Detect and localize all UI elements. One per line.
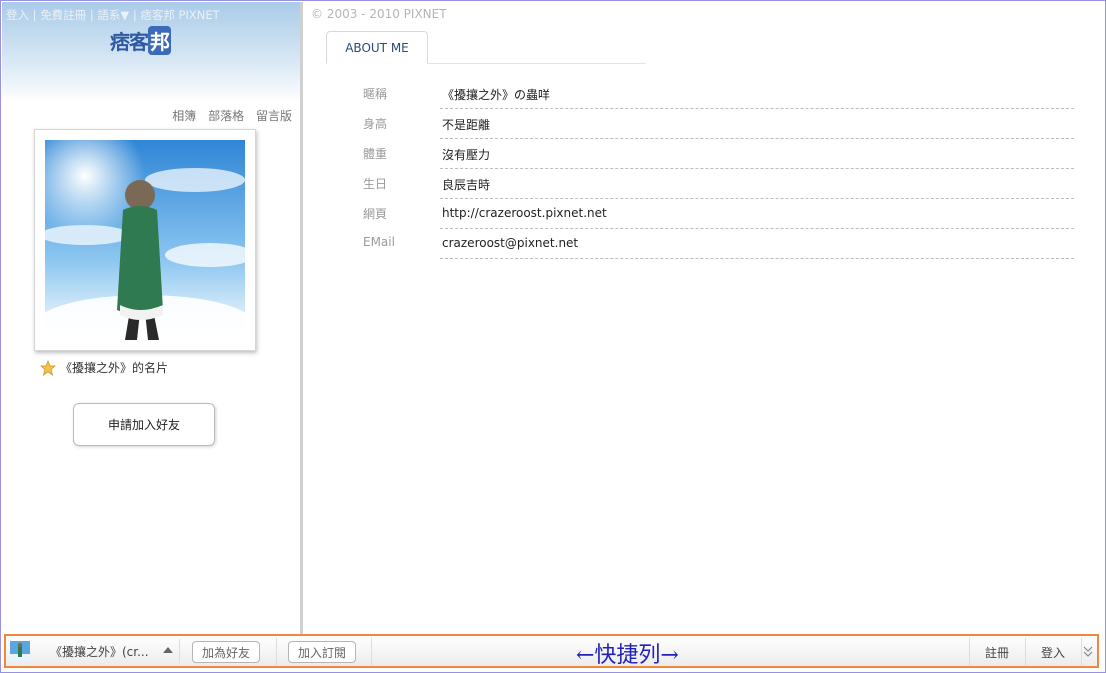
nav-album[interactable]: 相簿: [172, 109, 196, 123]
register-link[interactable]: 免費註冊: [40, 8, 86, 22]
tab-about-me[interactable]: ABOUT ME: [326, 31, 428, 64]
profile-value: 沒有壓力: [440, 140, 1074, 169]
profile-row: 體重 沒有壓力: [360, 140, 1074, 170]
quickbar-add-friend-button[interactable]: 加為好友: [192, 641, 260, 663]
login-link[interactable]: 登入: [6, 8, 29, 22]
profile-value: 不是距離: [440, 110, 1074, 139]
nav-guestbook[interactable]: 留言版: [256, 109, 292, 123]
tab-bar: ABOUT ME: [326, 31, 646, 64]
star-icon: [40, 359, 56, 376]
blog-select[interactable]: 《擾攘之外》(cr...: [38, 639, 180, 663]
divider: [276, 638, 277, 666]
register-button[interactable]: 註冊: [985, 640, 1009, 664]
nav-blog[interactable]: 部落格: [208, 109, 244, 123]
profile-label: 身高: [363, 117, 388, 131]
add-friend-button[interactable]: 申請加入好友: [73, 403, 215, 446]
profile-website-link[interactable]: http://crazeroost.pixnet.net: [440, 200, 1074, 229]
divider: [1025, 638, 1026, 666]
blog-select-value: 《擾攘之外》(cr...: [50, 644, 149, 659]
divider: [371, 638, 372, 666]
pixnet-logo[interactable]: 痞客邦: [110, 26, 171, 55]
profile-photo-card: [34, 129, 256, 351]
copyright: © 2003 - 2010 PIXNET: [311, 7, 447, 21]
pixnet-home-link[interactable]: 痞客邦 PIXNET: [140, 8, 219, 22]
logo-text: 痞客: [110, 30, 149, 54]
login-button[interactable]: 登入: [1041, 640, 1065, 664]
profile-label: 生日: [363, 177, 388, 191]
top-links: 登入 | 免費註冊 | 語系▼ | 痞客邦 PIXNET: [6, 7, 220, 23]
profile-label: 暱稱: [363, 87, 388, 101]
profile-label: EMail: [363, 235, 395, 249]
card-caption[interactable]: 《擾攘之外》的名片: [40, 359, 168, 376]
triangle-up-icon: [163, 647, 173, 653]
subscribe-button[interactable]: 加入訂閱: [288, 641, 356, 663]
profile-value: 良辰吉時: [440, 170, 1074, 199]
profile-row: 暱稱 《擾攘之外》の蟲咩: [360, 80, 1074, 110]
quickbar-label: ←快捷列→: [576, 643, 679, 668]
profile-row: 生日 良辰吉時: [360, 170, 1074, 200]
profile-row: 網頁 http://crazeroost.pixnet.net: [360, 200, 1074, 230]
language-dropdown[interactable]: 語系▼: [97, 8, 129, 22]
avatar[interactable]: [10, 641, 30, 661]
divider: [969, 638, 970, 666]
profile-label: 網頁: [363, 207, 388, 221]
logo-bubble: 邦: [148, 26, 171, 55]
expand-icon[interactable]: [1081, 643, 1095, 659]
side-nav: 相簿 部落格 留言版: [164, 107, 292, 124]
profile-label: 體重: [363, 147, 388, 161]
profile-table: 暱稱 《擾攘之外》の蟲咩 身高 不是距離 體重 沒有壓力 生日 良辰吉時 網頁 …: [360, 80, 1074, 260]
quick-bar: 《擾攘之外》(cr... 加為好友 加入訂閱 ←快捷列→ 註冊 登入: [4, 634, 1099, 668]
profile-row: EMail crazeroost@pixnet.net: [360, 230, 1074, 260]
profile-email: crazeroost@pixnet.net: [440, 230, 1074, 259]
profile-value: 《擾攘之外》の蟲咩: [440, 80, 1074, 109]
profile-photo: [45, 140, 245, 340]
profile-row: 身高 不是距離: [360, 110, 1074, 140]
card-caption-text: 《擾攘之外》的名片: [60, 361, 169, 375]
